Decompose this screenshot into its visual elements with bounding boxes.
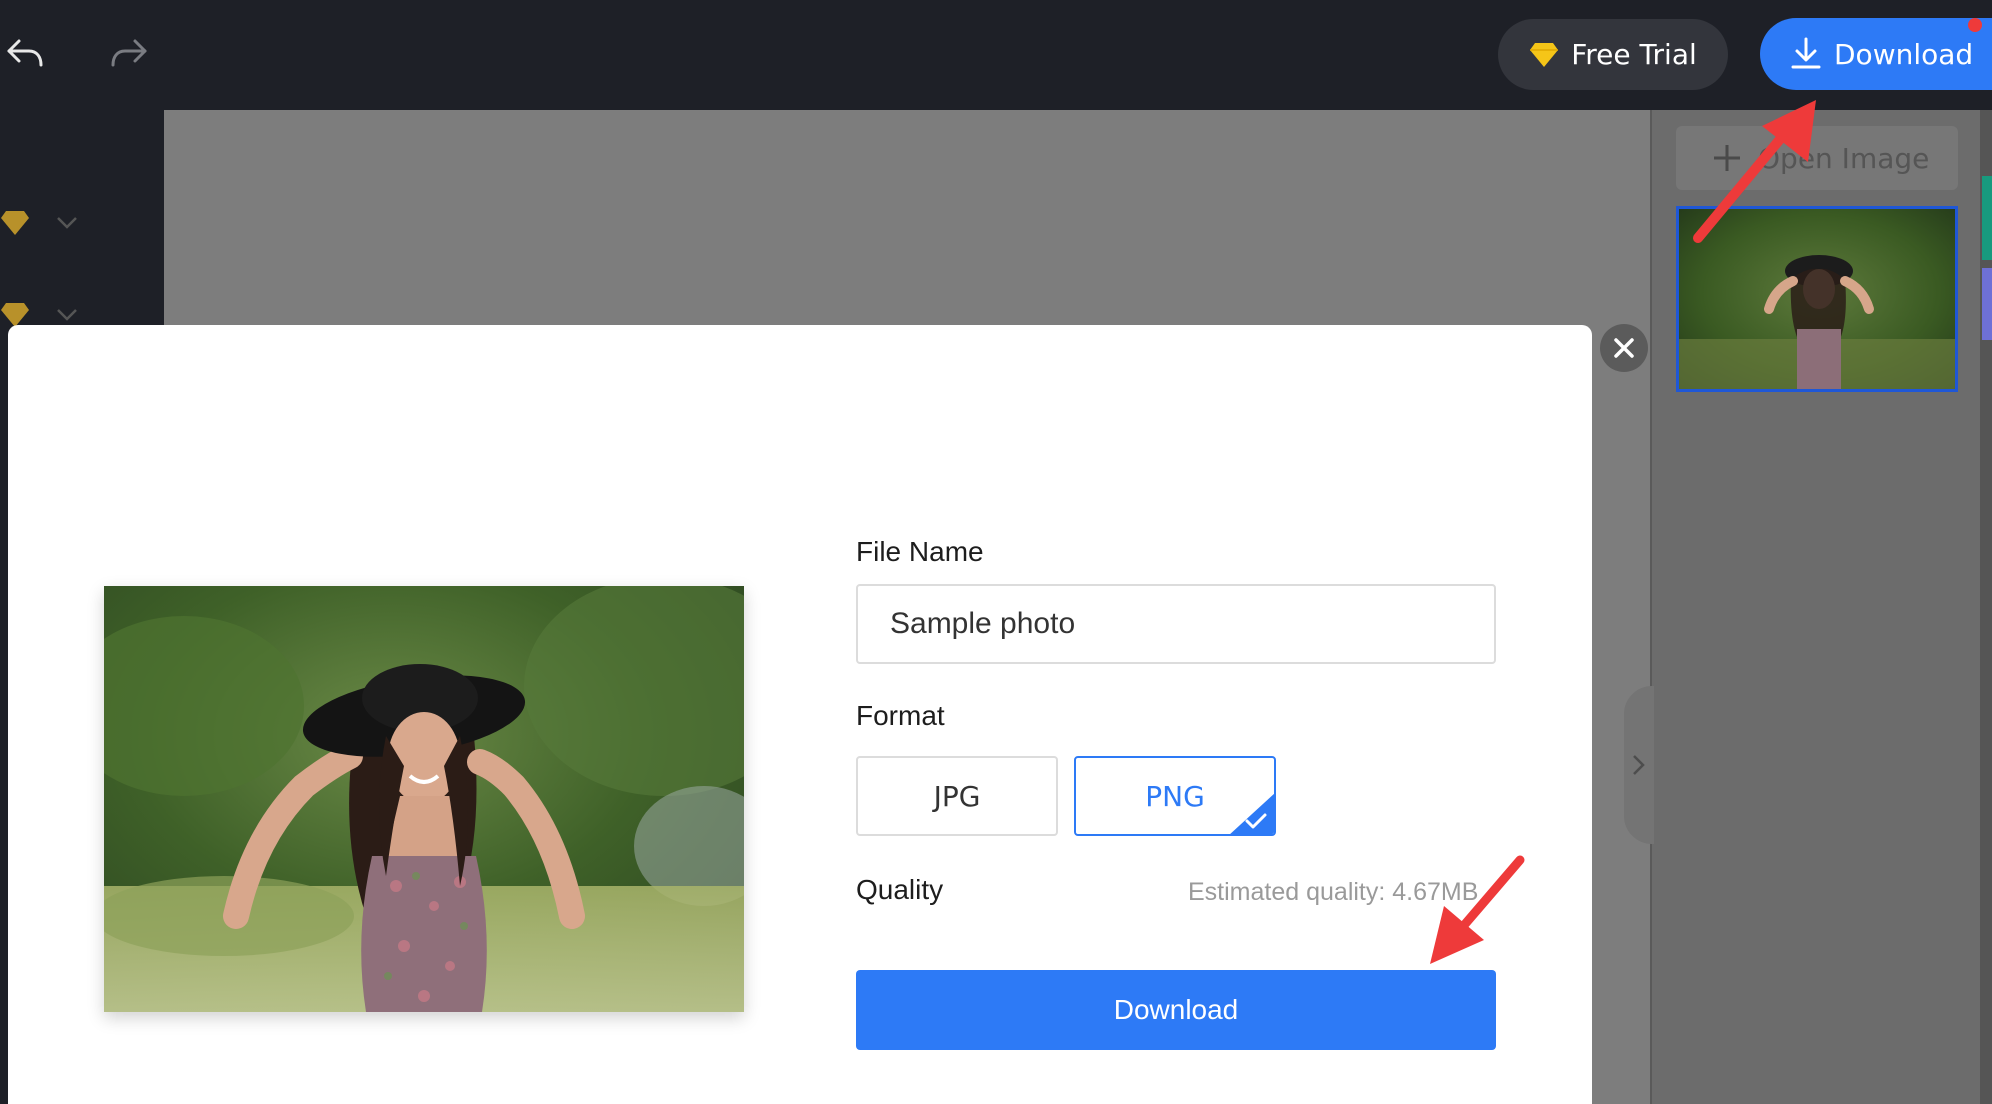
format-option-label: JPG: [933, 779, 981, 813]
close-icon: [1614, 338, 1634, 358]
sidebar-premium-item-1[interactable]: [0, 210, 78, 236]
open-image-label: Open Image: [1758, 141, 1930, 175]
gem-icon: [1530, 42, 1559, 67]
edge-tab-green[interactable]: [1982, 176, 1992, 260]
file-name-label: File Name: [856, 536, 984, 567]
undo-button[interactable]: [2, 30, 48, 76]
quality-label: Quality: [856, 874, 944, 905]
download-icon: [1791, 37, 1821, 69]
notification-dot: [1968, 18, 1982, 32]
checkmark-icon: [1245, 813, 1267, 829]
free-trial-label: Free Trial: [1571, 38, 1697, 71]
open-image-button[interactable]: Open Image: [1676, 126, 1958, 190]
format-option-jpg[interactable]: JPG: [856, 756, 1058, 836]
chevron-right-icon: [1633, 755, 1645, 775]
format-label: Format: [856, 700, 945, 731]
chevron-down-icon: [57, 309, 77, 321]
redo-icon: [111, 39, 147, 67]
redo-button[interactable]: [106, 30, 152, 76]
image-thumbnail[interactable]: [1676, 206, 1958, 392]
edge-tab-purple[interactable]: [1982, 268, 1992, 340]
preview-photo: [104, 586, 744, 1012]
chevron-down-icon: [57, 217, 77, 229]
free-trial-button[interactable]: Free Trial: [1498, 19, 1728, 90]
download-button[interactable]: Download: [856, 970, 1496, 1050]
plus-icon: [1714, 145, 1740, 171]
gem-icon: [1, 211, 29, 235]
thumbnail-photo: [1679, 209, 1955, 389]
dialog-close-button[interactable]: [1600, 324, 1648, 372]
top-download-label: Download: [1834, 37, 1974, 71]
file-name-input[interactable]: [856, 584, 1496, 664]
image-preview: [104, 586, 744, 1012]
top-download-button[interactable]: Download: [1760, 18, 1992, 90]
format-option-png[interactable]: PNG: [1074, 756, 1276, 836]
panel-collapse-tab[interactable]: [1624, 686, 1654, 844]
format-option-label: PNG: [1145, 779, 1205, 813]
estimated-quality: Estimated quality: 4.67MB: [1188, 878, 1479, 906]
undo-icon: [7, 39, 43, 67]
